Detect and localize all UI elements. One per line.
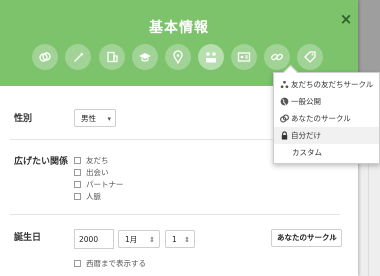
interest-option[interactable]: 友だち	[74, 155, 109, 166]
interest-option-label: 友だち	[86, 156, 109, 165]
interests-label: 広げたい関係	[14, 157, 69, 167]
id-card-icon[interactable]	[231, 44, 257, 70]
dialog-title: 基本情報	[149, 20, 209, 36]
link-icon[interactable]	[264, 44, 290, 70]
option-label: あなたのサークル	[291, 114, 351, 123]
interest-option[interactable]: 人脈	[74, 191, 101, 202]
extended-circles-icon	[280, 80, 289, 89]
lock-icon	[281, 131, 288, 140]
option-label: 自分だけ	[291, 131, 321, 140]
option-label: カスタム	[292, 148, 322, 157]
checkbox[interactable]	[74, 260, 81, 267]
birth-year-input[interactable]: 2000	[74, 229, 114, 249]
option-label: 友だちの友だちサークル	[291, 80, 374, 89]
visibility-option-your-circles[interactable]: あなたのサークル	[274, 110, 379, 127]
birthday-label: 誕生日	[14, 233, 42, 243]
rings-icon[interactable]	[32, 44, 58, 70]
section-divider	[10, 214, 340, 215]
tag-icon[interactable]	[297, 44, 323, 70]
visibility-option-custom[interactable]: カスタム	[274, 144, 379, 161]
birthday-visibility-value: あなたのサークル	[277, 233, 337, 242]
gender-value: 男性	[81, 114, 96, 123]
interest-option[interactable]: 出会い	[74, 167, 109, 178]
visibility-option-extended-circles[interactable]: 友だちの友だちサークル	[274, 76, 379, 93]
interest-option-label: 人脈	[86, 192, 101, 201]
building-icon[interactable]	[99, 44, 125, 70]
graduation-cap-icon[interactable]	[132, 44, 158, 70]
gender-label: 性別	[14, 114, 33, 124]
birthday-visibility-select[interactable]: あなたのサークル ⇕	[271, 229, 342, 247]
birth-month-select[interactable]: 1月 ⇕	[118, 230, 160, 248]
interest-option-label: パートナー	[86, 180, 124, 189]
map-pin-icon[interactable]	[165, 44, 191, 70]
network-icon[interactable]	[198, 44, 224, 70]
circles-icon	[280, 114, 289, 123]
checkbox[interactable]	[74, 157, 81, 164]
globe-icon	[280, 97, 289, 106]
pen-icon[interactable]	[65, 44, 91, 70]
chevron-updown-icon: ⇕	[184, 236, 190, 244]
chevron-updown-icon: ⇕	[149, 236, 155, 244]
birth-day-value: 1	[172, 235, 177, 244]
visibility-option-public[interactable]: 一般公開	[274, 93, 379, 110]
visibility-dropdown-menu: 友だちの友だちサークル 一般公開 あなたのサークル 自分だけ カスタム	[273, 64, 380, 164]
interest-option-label: 出会い	[86, 168, 109, 177]
close-icon[interactable]: ×	[338, 11, 354, 27]
checkbox[interactable]	[74, 181, 81, 188]
checkbox[interactable]	[74, 169, 81, 176]
interest-option[interactable]: パートナー	[74, 179, 124, 190]
birth-month-value: 1月	[125, 235, 138, 244]
chevron-down-icon: ▾	[107, 115, 111, 123]
birth-day-select[interactable]: 1 ⇕	[165, 230, 195, 248]
option-label: 一般公開	[291, 97, 321, 106]
gender-select[interactable]: 男性 ▾	[74, 109, 116, 127]
chevron-updown-icon: ⇕	[331, 234, 337, 242]
show-year-label: 西暦まで表示する	[86, 259, 146, 268]
show-year-option[interactable]: 西暦まで表示する	[74, 258, 146, 269]
checkbox[interactable]	[74, 193, 81, 200]
visibility-option-only-me[interactable]: 自分だけ	[274, 127, 379, 144]
